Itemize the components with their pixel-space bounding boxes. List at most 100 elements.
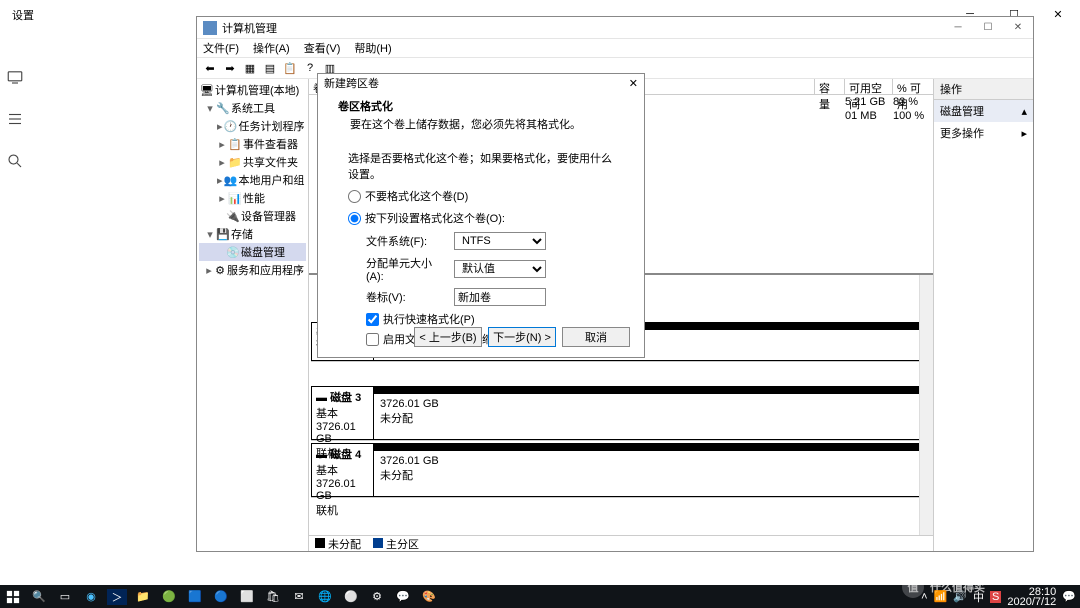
settings-taskbar-icon[interactable]: ⚙ [364,585,390,608]
row-pct: 100 % [893,110,933,122]
tree-eventviewer[interactable]: 事件查看器 [243,136,298,152]
disk-name: ▬ 磁盘 4 [316,449,361,461]
mmc-close-button[interactable]: ✕ [1003,17,1033,37]
storage-icon: 💾 [217,228,229,240]
taskbar[interactable]: 🔍 ▭ ◉ ＞ 📁 🟢 🟦 🔵 ⬜ 🛍 ✉ 🌐 ⚪ ⚙ 💬 🎨 值 什么值得买 … [0,585,1080,608]
quick-format-label[interactable]: 执行快速格式化(P) [383,311,475,327]
notifications-icon[interactable]: 💬 [1062,590,1076,603]
tray-up-icon[interactable]: ˄ [921,591,927,603]
tree-root[interactable]: 计算机管理(本地) [215,82,299,98]
menu-file[interactable]: 文件(F) [203,40,239,56]
tree-localusers[interactable]: 本地用户和组 [239,172,305,188]
disk-partition[interactable]: 3726.01 GB 未分配 [373,386,931,440]
app-icon-2[interactable]: 🔵 [208,585,234,608]
disk-label[interactable]: ▬ 磁盘 4 基本 3726.01 GB 联机 [311,443,373,497]
chevron-right-icon: ▸ [1021,127,1027,140]
cancel-button[interactable]: 取消 [562,327,630,347]
tree-storage[interactable]: 存储 [231,226,253,242]
users-icon: 👥 [225,174,237,186]
col-pct[interactable]: % 可用 [893,79,933,94]
mmc-maximize-button[interactable]: ☐ [973,17,1003,37]
disk-partition[interactable]: 3726.01 GB 未分配 [373,443,931,497]
line-icon[interactable]: 💬 [390,585,416,608]
tray-ime-icon[interactable]: 中 [973,589,984,605]
disk-type: 基本 [316,405,369,421]
mmc-title: 计算机管理 [222,20,277,36]
tray-network-icon[interactable]: 📶 [934,590,948,603]
partition-size: 3726.01 GB [380,455,924,467]
row-free: 5.21 GB [845,96,893,108]
taskbar-time[interactable]: 28:10 [1007,587,1056,597]
clock-icon: 🕐 [225,120,237,132]
settings-title: 设置 [12,7,34,23]
tray-volume-icon[interactable]: 🔊 [953,590,967,603]
chrome-icon[interactable]: 🟢 [156,585,182,608]
toolbar-props-icon[interactable]: ▤ [261,59,279,77]
tree-tasksched[interactable]: 任务计划程序 [239,118,305,134]
mail-icon[interactable]: ✉ [286,585,312,608]
toolbar-refresh-icon[interactable]: 📋 [281,59,299,77]
services-icon: ⚙ [215,264,225,276]
paint-icon[interactable]: 🎨 [416,585,442,608]
taskbar-date[interactable]: 2020/7/12 [1007,597,1056,607]
tree-systools[interactable]: 系统工具 [231,100,275,116]
scrollbar[interactable] [919,275,933,535]
vol-input[interactable] [454,288,546,306]
taskview-icon[interactable]: ▭ [52,585,78,608]
edge-icon[interactable]: ◉ [78,585,104,608]
search-taskbar-icon[interactable]: 🔍 [26,585,52,608]
explorer-icon[interactable]: 📁 [130,585,156,608]
radio-no-format-label[interactable]: 不要格式化这个卷(D) [365,188,468,204]
app-icon-3[interactable]: ⬜ [234,585,260,608]
col-free[interactable]: 可用空间 [845,79,893,94]
wizard-close-icon[interactable]: ✕ [629,77,638,90]
mmc-app-icon [203,21,217,35]
actions-diskmgmt[interactable]: 磁盘管理▴ [934,100,1033,122]
tree-perf[interactable]: 性能 [243,190,265,206]
display-icon[interactable] [0,62,30,92]
radio-no-format[interactable] [348,190,361,203]
app-icon-4[interactable]: 🌐 [312,585,338,608]
toolbar-up-icon[interactable]: ▦ [241,59,259,77]
tray-icon[interactable]: S [990,591,1001,603]
toolbar-back-icon[interactable]: ⬅ [201,59,219,77]
legend-unalloc: 未分配 [328,539,361,551]
powershell-icon[interactable]: ＞ [107,589,127,605]
app-icon-1[interactable]: 🟦 [182,585,208,608]
next-button[interactable]: 下一步(N) > [488,327,556,347]
menu-view[interactable]: 查看(V) [304,40,341,56]
back-button[interactable]: < 上一步(B) [414,327,482,347]
mmc-minimize-button[interactable]: ─ [943,17,973,37]
fs-select[interactable]: NTFS [454,232,546,250]
steam-icon[interactable]: ⚪ [338,585,364,608]
tree-shared[interactable]: 共享文件夹 [243,154,298,170]
actions-more[interactable]: 更多操作▸ [934,122,1033,144]
tree-diskmgmt[interactable]: 磁盘管理 [241,244,285,260]
vol-label: 卷标(V): [366,289,446,305]
mmc-tree[interactable]: 🖥计算机管理(本地) ▾🔧系统工具 ▸🕐任务计划程序 ▸📋事件查看器 ▸📁共享文… [197,79,309,551]
wizard-prompt: 选择是否要格式化这个卷；如果要格式化，要使用什么设置。 [348,150,614,182]
search-icon[interactable] [0,146,30,176]
tree-services[interactable]: 服务和应用程序 [227,262,304,278]
legend-primary-icon [373,538,383,548]
menu-action[interactable]: 操作(A) [253,40,290,56]
col-capacity[interactable]: 容量 [815,79,845,94]
computer-icon: 🖥 [201,84,213,96]
alloc-select[interactable]: 默认值 [454,260,546,278]
disk-label[interactable]: ▬ 磁盘 3 基本 3726.01 GB 联机 [311,386,373,440]
toolbar-fwd-icon[interactable]: ➡ [221,59,239,77]
close-button[interactable]: ✕ [1036,0,1080,28]
disk-size: 3726.01 GB [316,421,369,445]
compress-checkbox[interactable] [366,333,379,346]
start-button[interactable] [0,585,26,608]
quick-format-checkbox[interactable] [366,313,379,326]
radio-format[interactable] [348,212,361,225]
radio-format-label[interactable]: 按下列设置格式化这个卷(O): [365,210,505,226]
partition-size: 3726.01 GB [380,398,924,410]
partition-status: 未分配 [380,410,924,426]
tree-devmgr[interactable]: 设备管理器 [241,208,296,224]
store-icon[interactable]: 🛍 [260,585,286,608]
list-icon[interactable] [0,104,30,134]
fs-label: 文件系统(F): [366,233,446,249]
menu-help[interactable]: 帮助(H) [354,40,391,56]
